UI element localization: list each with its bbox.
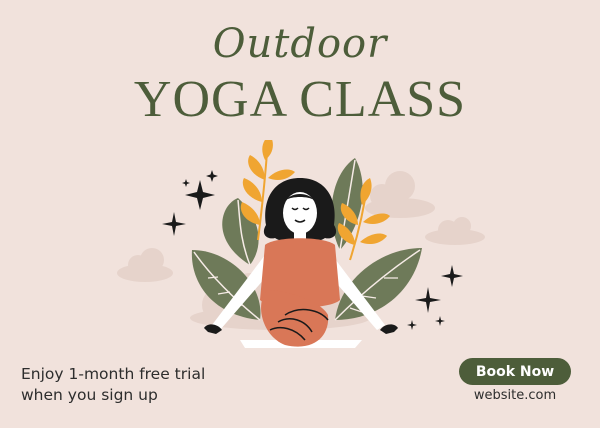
- sparkle-icon: [415, 287, 441, 313]
- sparkle-icon: [407, 320, 417, 330]
- sparkle-icon: [441, 265, 463, 287]
- yoga-poster: Outdoor YOGA CLASS Enjoy 1-month free tr…: [0, 0, 600, 428]
- promo-line-2: when you sign up: [21, 386, 158, 404]
- page-title: YOGA CLASS: [133, 71, 467, 128]
- sparkle-icon: [182, 179, 190, 187]
- leaf-icon: [222, 198, 259, 266]
- cloud-icon: [365, 171, 435, 218]
- promo-text: Enjoy 1-month free trial when you sign u…: [21, 364, 205, 406]
- script-title: Outdoor: [212, 21, 388, 67]
- sparkle-icon: [206, 170, 218, 182]
- sparkle-icon: [435, 316, 445, 326]
- website-link[interactable]: website.com: [459, 388, 571, 403]
- cloud-icon: [117, 248, 173, 282]
- book-now-button[interactable]: Book Now: [459, 358, 571, 385]
- yoga-illustration: [117, 140, 485, 348]
- promo-line-1: Enjoy 1-month free trial: [21, 365, 206, 383]
- sparkle-icon: [162, 212, 186, 236]
- sparkle-icon: [185, 180, 215, 210]
- cloud-icon: [425, 217, 485, 245]
